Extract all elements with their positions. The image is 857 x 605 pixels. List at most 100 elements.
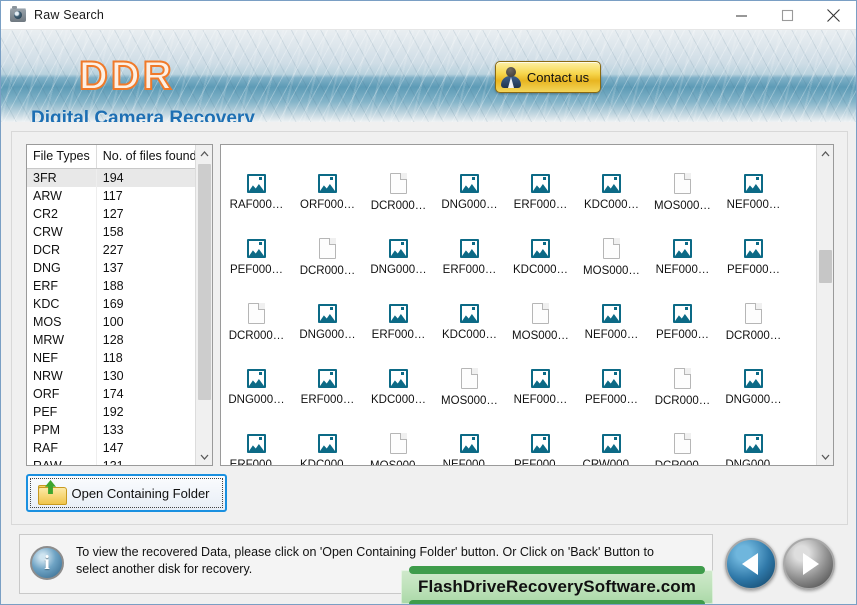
file-grid-item[interactable]: PEF000… — [647, 145, 718, 166]
table-row[interactable]: DCR 227 — [27, 241, 195, 259]
image-file-icon — [602, 434, 621, 453]
file-grid-scrollbar[interactable] — [816, 145, 833, 465]
file-grid-item[interactable]: DCR000… — [647, 426, 718, 465]
file-grid-item[interactable]: NEF000… — [718, 166, 789, 231]
file-grid-item[interactable]: DCR000… — [221, 296, 292, 361]
image-file-icon — [318, 369, 337, 388]
file-name-label: DCR000… — [654, 395, 711, 407]
file-grid-item[interactable]: ERF000… — [363, 145, 434, 166]
file-grid-item[interactable]: NEF000… — [576, 145, 647, 166]
file-grid-item[interactable]: MOS000… — [363, 426, 434, 465]
file-grid-item[interactable]: DNG000… — [221, 361, 292, 426]
grid-scroll-down-icon[interactable] — [817, 448, 833, 465]
file-grid-item[interactable]: CRW000… — [576, 426, 647, 465]
next-button[interactable] — [783, 538, 835, 590]
blank-document-icon — [674, 368, 691, 389]
file-name-label: KDC000… — [584, 199, 639, 211]
image-file-icon — [602, 304, 621, 323]
file-grid-item[interactable]: PEF000… — [576, 361, 647, 426]
file-name-label: NEF000… — [584, 329, 639, 341]
cell-files-found: 147 — [102, 441, 124, 455]
file-grid-scroll-thumb[interactable] — [819, 250, 832, 283]
file-grid-item[interactable]: KDC000… — [363, 361, 434, 426]
table-row[interactable]: CRW 158 — [27, 223, 195, 241]
file-grid-item[interactable]: ERF000… — [221, 426, 292, 465]
file-grid-item[interactable]: DCR000… — [292, 231, 363, 296]
file-grid-item[interactable]: DNG000… — [292, 296, 363, 361]
file-grid-item[interactable]: MOS000… — [647, 166, 718, 231]
table-row[interactable]: ORF 174 — [27, 385, 195, 403]
close-button[interactable] — [810, 1, 856, 30]
file-name-label: DNG000… — [228, 394, 285, 406]
file-grid-item[interactable]: ERF000… — [505, 166, 576, 231]
file-grid-item[interactable]: MOS000… — [576, 231, 647, 296]
table-row[interactable]: PPM 133 — [27, 421, 195, 439]
file-grid-item[interactable]: KDC000… — [292, 426, 363, 465]
open-containing-folder-button[interactable]: Open Containing Folder — [26, 474, 227, 512]
back-button[interactable] — [725, 538, 777, 590]
file-grid-item[interactable]: DNG000… — [292, 145, 363, 166]
file-grid-item[interactable]: DNG000… — [363, 231, 434, 296]
table-row[interactable]: RAF 147 — [27, 439, 195, 457]
cell-file-type: ORF — [27, 385, 97, 403]
file-grid-item[interactable]: ERF000… — [363, 296, 434, 361]
file-grid-item[interactable]: PEF000… — [718, 231, 789, 296]
table-row[interactable]: KDC 169 — [27, 295, 195, 313]
file-name-label: ORF000… — [300, 199, 355, 211]
image-file-icon — [460, 174, 479, 193]
table-row[interactable]: MRW 128 — [27, 331, 195, 349]
table-row[interactable]: ERF 188 — [27, 277, 195, 295]
file-grid-item[interactable]: NEF000… — [505, 361, 576, 426]
scroll-down-icon[interactable] — [196, 448, 212, 465]
file-grid-item[interactable]: MOS000… — [434, 361, 505, 426]
file-grid-item[interactable]: PEF000… — [647, 296, 718, 361]
image-file-icon — [744, 369, 763, 388]
window-controls — [718, 1, 856, 30]
file-grid-item[interactable]: NEF000… — [434, 426, 505, 465]
file-grid-item[interactable]: KDC000… — [576, 166, 647, 231]
file-grid-item[interactable]: DCR000… — [363, 166, 434, 231]
file-grid-item[interactable]: RAF000… — [221, 166, 292, 231]
file-grid-item[interactable]: KDC000… — [434, 296, 505, 361]
file-grid-item[interactable]: KDC000… — [434, 145, 505, 166]
image-file-icon — [318, 304, 337, 323]
file-grid-item[interactable]: MOS000… — [505, 145, 576, 166]
blank-document-icon — [248, 303, 265, 324]
minimize-button[interactable] — [718, 1, 764, 30]
watermark-banner: FlashDriveRecoverySoftware.com — [401, 566, 713, 604]
table-row[interactable]: DNG 137 — [27, 259, 195, 277]
file-types-scroll-thumb[interactable] — [198, 164, 211, 400]
file-grid-item[interactable]: NEF000… — [576, 296, 647, 361]
file-grid-item[interactable]: DNG000… — [718, 426, 789, 465]
file-types-scrollbar[interactable] — [195, 145, 212, 465]
file-grid-item[interactable]: SIT000… — [718, 145, 789, 166]
file-grid-item[interactable]: DCR000… — [221, 145, 292, 166]
file-grid-item[interactable]: ERF000… — [434, 231, 505, 296]
cell-files-found: 188 — [102, 279, 124, 293]
file-grid-item[interactable]: PEF000… — [221, 231, 292, 296]
maximize-button[interactable] — [764, 1, 810, 30]
table-row[interactable]: NEF 118 — [27, 349, 195, 367]
file-grid-item[interactable]: KDC000… — [505, 231, 576, 296]
file-grid-item[interactable]: ORF000… — [292, 166, 363, 231]
file-grid-item[interactable]: DCR000… — [718, 296, 789, 361]
file-grid-item[interactable]: DNG000… — [718, 361, 789, 426]
table-row[interactable]: MOS 100 — [27, 313, 195, 331]
camera-icon — [10, 6, 26, 22]
file-grid-item[interactable]: MOS000… — [505, 296, 576, 361]
file-name-label: DCR000… — [655, 460, 711, 465]
table-row[interactable]: NRW 130 — [27, 367, 195, 385]
table-row[interactable]: PEF 192 — [27, 403, 195, 421]
file-grid-item[interactable]: ERF000… — [292, 361, 363, 426]
file-grid-item[interactable]: DCR000… — [647, 361, 718, 426]
contact-us-button[interactable]: Contact us — [495, 61, 601, 93]
file-grid-item[interactable]: PEF000… — [505, 426, 576, 465]
file-grid-item[interactable]: DNG000… — [434, 166, 505, 231]
scroll-up-icon[interactable] — [196, 145, 212, 162]
file-grid-item[interactable]: NEF000… — [647, 231, 718, 296]
table-row[interactable]: CR2 127 — [27, 205, 195, 223]
grid-scroll-up-icon[interactable] — [817, 145, 833, 162]
table-row[interactable]: RAW131 — [27, 457, 195, 465]
table-row[interactable]: 3FR 194 — [27, 168, 195, 187]
table-row[interactable]: ARW 117 — [27, 187, 195, 205]
